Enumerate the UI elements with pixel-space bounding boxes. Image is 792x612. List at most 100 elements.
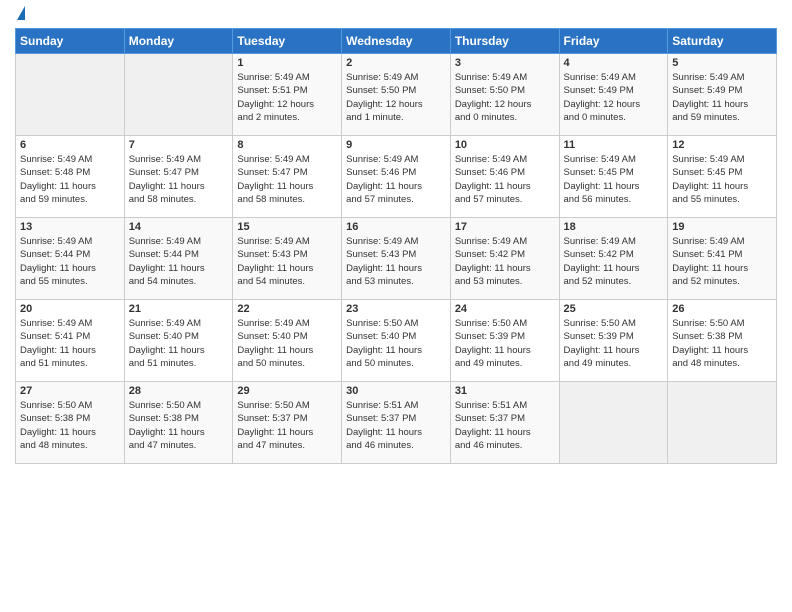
day-number: 24 [455,303,555,315]
day-info: Sunrise: 5:49 AM Sunset: 5:40 PM Dayligh… [237,317,337,370]
day-info: Sunrise: 5:49 AM Sunset: 5:45 PM Dayligh… [564,153,664,206]
day-number: 26 [672,303,772,315]
day-info: Sunrise: 5:49 AM Sunset: 5:41 PM Dayligh… [672,235,772,288]
day-info: Sunrise: 5:49 AM Sunset: 5:47 PM Dayligh… [237,153,337,206]
day-number: 10 [455,139,555,151]
calendar-cell: 18Sunrise: 5:49 AM Sunset: 5:42 PM Dayli… [559,218,668,300]
day-info: Sunrise: 5:50 AM Sunset: 5:38 PM Dayligh… [20,399,120,452]
day-number: 4 [564,57,664,69]
calendar-cell: 12 Sunrise: 5:49 AM Sunset: 5:45 PM Dayli… [668,136,777,218]
day-info: Sunrise: 5:49 AM Sunset: 5:44 PM Dayligh… [20,235,120,288]
day-number: 20 [20,303,120,315]
day-info: Sunrise: 5:50 AM Sunset: 5:38 PM Dayligh… [672,317,772,370]
calendar-cell: 3 Sunrise: 5:49 AM Sunset: 5:50 PM Daylig… [450,54,559,136]
day-number: 15 [237,221,337,233]
day-info: Sunrise: 5:49 AM Sunset: 5:40 PM Dayligh… [129,317,229,370]
calendar-cell: 27 Sunrise: 5:50 AM Sunset: 5:38 PM Dayli… [16,382,125,464]
calendar-week-row: 6 Sunrise: 5:49 AM Sunset: 5:48 PM Daylig… [16,136,777,218]
calendar-cell: 31Sunrise: 5:51 AM Sunset: 5:37 PM Dayli… [450,382,559,464]
calendar-cell: 1 Sunrise: 5:49 AM Sunset: 5:51 PM Daylig… [233,54,342,136]
day-number: 12 [672,139,772,151]
page-container: SundayMondayTuesdayWednesdayThursdayFrid… [0,0,792,469]
day-info: Sunrise: 5:49 AM Sunset: 5:48 PM Dayligh… [20,153,120,206]
calendar-cell: 6 Sunrise: 5:49 AM Sunset: 5:48 PM Daylig… [16,136,125,218]
day-of-week-header: Friday [559,29,668,54]
day-info: Sunrise: 5:49 AM Sunset: 5:43 PM Dayligh… [346,235,446,288]
calendar-body: 1 Sunrise: 5:49 AM Sunset: 5:51 PM Daylig… [16,54,777,464]
day-number: 23 [346,303,446,315]
calendar-cell: 2Sunrise: 5:49 AM Sunset: 5:50 PM Daylig… [342,54,451,136]
logo-text [15,10,25,20]
calendar-cell: 15 Sunrise: 5:49 AM Sunset: 5:43 PM Dayli… [233,218,342,300]
day-info: Sunrise: 5:50 AM Sunset: 5:37 PM Dayligh… [237,399,337,452]
calendar-cell: 9Sunrise: 5:49 AM Sunset: 5:46 PM Daylig… [342,136,451,218]
day-number: 13 [20,221,120,233]
header [15,10,777,20]
day-number: 8 [237,139,337,151]
calendar-header: SundayMondayTuesdayWednesdayThursdayFrid… [16,29,777,54]
day-number: 11 [564,139,664,151]
day-of-week-header: Tuesday [233,29,342,54]
day-info: Sunrise: 5:50 AM Sunset: 5:39 PM Dayligh… [455,317,555,370]
day-number: 3 [455,57,555,69]
day-number: 2 [346,57,446,69]
calendar-cell: 23 Sunrise: 5:50 AM Sunset: 5:40 PM Dayli… [342,300,451,382]
calendar-week-row: 1 Sunrise: 5:49 AM Sunset: 5:51 PM Daylig… [16,54,777,136]
day-info: Sunrise: 5:49 AM Sunset: 5:42 PM Dayligh… [455,235,555,288]
calendar-week-row: 13 Sunrise: 5:49 AM Sunset: 5:44 PM Dayli… [16,218,777,300]
day-number: 5 [672,57,772,69]
calendar-week-row: 20 Sunrise: 5:49 AM Sunset: 5:41 PM Dayli… [16,300,777,382]
day-number: 25 [564,303,664,315]
day-info: Sunrise: 5:51 AM Sunset: 5:37 PM Dayligh… [346,399,446,452]
day-info: Sunrise: 5:49 AM Sunset: 5:49 PM Dayligh… [564,71,664,124]
calendar-cell [559,382,668,464]
logo [15,10,25,20]
day-number: 16 [346,221,446,233]
day-of-week-header: Sunday [16,29,125,54]
day-info: Sunrise: 5:49 AM Sunset: 5:49 PM Dayligh… [672,71,772,124]
day-info: Sunrise: 5:50 AM Sunset: 5:40 PM Dayligh… [346,317,446,370]
day-info: Sunrise: 5:49 AM Sunset: 5:51 PM Dayligh… [237,71,337,124]
day-number: 31 [455,385,555,397]
day-of-week-header: Wednesday [342,29,451,54]
day-number: 19 [672,221,772,233]
day-number: 7 [129,139,229,151]
day-info: Sunrise: 5:49 AM Sunset: 5:43 PM Dayligh… [237,235,337,288]
calendar-cell [668,382,777,464]
calendar-cell: 20 Sunrise: 5:49 AM Sunset: 5:41 PM Dayli… [16,300,125,382]
day-number: 29 [237,385,337,397]
calendar-cell: 10Sunrise: 5:49 AM Sunset: 5:46 PM Dayli… [450,136,559,218]
calendar-cell: 24 Sunrise: 5:50 AM Sunset: 5:39 PM Dayli… [450,300,559,382]
calendar-cell: 14Sunrise: 5:49 AM Sunset: 5:44 PM Dayli… [124,218,233,300]
day-info: Sunrise: 5:49 AM Sunset: 5:44 PM Dayligh… [129,235,229,288]
day-of-week-header: Monday [124,29,233,54]
day-info: Sunrise: 5:49 AM Sunset: 5:50 PM Dayligh… [455,71,555,124]
day-info: Sunrise: 5:50 AM Sunset: 5:39 PM Dayligh… [564,317,664,370]
calendar-cell: 29 Sunrise: 5:50 AM Sunset: 5:37 PM Dayli… [233,382,342,464]
day-of-week-header: Thursday [450,29,559,54]
calendar-cell: 7Sunrise: 5:49 AM Sunset: 5:47 PM Daylig… [124,136,233,218]
day-info: Sunrise: 5:49 AM Sunset: 5:42 PM Dayligh… [564,235,664,288]
calendar-cell: 22 Sunrise: 5:49 AM Sunset: 5:40 PM Dayli… [233,300,342,382]
calendar-cell: 30Sunrise: 5:51 AM Sunset: 5:37 PM Dayli… [342,382,451,464]
day-info: Sunrise: 5:49 AM Sunset: 5:45 PM Dayligh… [672,153,772,206]
logo-icon [17,6,25,20]
day-number: 1 [237,57,337,69]
day-number: 22 [237,303,337,315]
day-number: 21 [129,303,229,315]
calendar-cell: 28Sunrise: 5:50 AM Sunset: 5:38 PM Dayli… [124,382,233,464]
calendar-cell [124,54,233,136]
day-number: 6 [20,139,120,151]
header-row: SundayMondayTuesdayWednesdayThursdayFrid… [16,29,777,54]
calendar-week-row: 27 Sunrise: 5:50 AM Sunset: 5:38 PM Dayli… [16,382,777,464]
calendar-cell: 21 Sunrise: 5:49 AM Sunset: 5:40 PM Dayli… [124,300,233,382]
calendar-cell: 26 Sunrise: 5:50 AM Sunset: 5:38 PM Dayli… [668,300,777,382]
day-of-week-header: Saturday [668,29,777,54]
calendar-cell [16,54,125,136]
calendar-cell: 5 Sunrise: 5:49 AM Sunset: 5:49 PM Daylig… [668,54,777,136]
day-info: Sunrise: 5:49 AM Sunset: 5:41 PM Dayligh… [20,317,120,370]
calendar-cell: 17Sunrise: 5:49 AM Sunset: 5:42 PM Dayli… [450,218,559,300]
day-info: Sunrise: 5:49 AM Sunset: 5:46 PM Dayligh… [346,153,446,206]
calendar-cell: 19 Sunrise: 5:49 AM Sunset: 5:41 PM Dayli… [668,218,777,300]
day-number: 27 [20,385,120,397]
